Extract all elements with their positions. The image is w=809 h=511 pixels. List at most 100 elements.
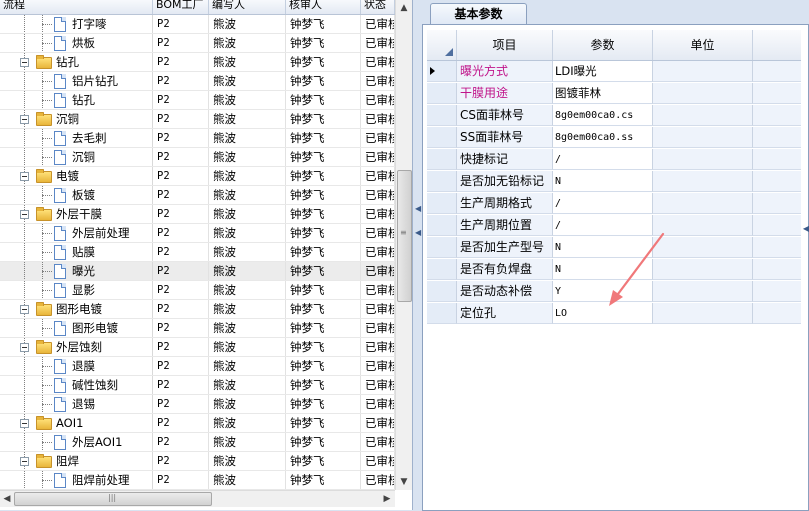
collapse-toggle-icon[interactable] <box>20 58 29 67</box>
tree-node[interactable]: 外层前处理 <box>0 224 153 242</box>
row-indicator[interactable] <box>427 127 457 148</box>
horizontal-scrollbar[interactable]: ◀ ||| ▶ <box>0 490 395 507</box>
tree-node[interactable]: 贴膜 <box>0 243 153 261</box>
tree-row[interactable]: 外层干膜 P2熊波钟梦飞已审核 <box>0 205 395 224</box>
tree-node[interactable]: 打字嘜 <box>0 15 153 33</box>
tree-row[interactable]: 外层蚀刻 P2熊波钟梦飞已审核 <box>0 338 395 357</box>
param-row[interactable]: SS面菲林号 8g0em00ca0.ss <box>427 127 801 149</box>
tree-row[interactable]: AOI1 P2熊波钟梦飞已审核 <box>0 414 395 433</box>
tree-row[interactable]: 图形电镀 P2熊波钟梦飞已审核 <box>0 300 395 319</box>
tree-row[interactable]: 铝片钻孔 P2熊波钟梦飞已审核 <box>0 72 395 91</box>
tree-row[interactable]: 外层AOI1 P2熊波钟梦飞已审核 <box>0 433 395 452</box>
param-row[interactable]: 生产周期格式 / <box>427 193 801 215</box>
row-indicator[interactable] <box>427 281 457 302</box>
row-indicator[interactable] <box>427 171 457 192</box>
collapse-toggle-icon[interactable] <box>20 457 29 466</box>
row-indicator[interactable] <box>427 105 457 126</box>
tree-node[interactable]: 电镀 <box>0 167 153 185</box>
header-bom-factory[interactable]: BOM工厂 <box>153 0 209 14</box>
tree-node[interactable]: 碱性蚀刻 <box>0 376 153 394</box>
tree-row[interactable]: 板镀 P2熊波钟梦飞已审核 <box>0 186 395 205</box>
param-value[interactable]: N <box>553 171 653 192</box>
vertical-scrollbar[interactable]: ▲ ≡ ▼ <box>395 0 412 490</box>
param-value[interactable]: LDI曝光 <box>553 61 653 82</box>
row-indicator[interactable] <box>427 149 457 170</box>
tree-row[interactable]: 外层前处理 P2熊波钟梦飞已审核 <box>0 224 395 243</box>
param-value[interactable]: 图镀菲林 <box>553 83 653 104</box>
tree-node[interactable]: 沉铜 <box>0 110 153 128</box>
param-row[interactable]: 干膜用途 图镀菲林 <box>427 83 801 105</box>
tree-row[interactable]: 阻焊 P2熊波钟梦飞已审核 <box>0 452 395 471</box>
collapse-arrow-icon[interactable]: ◀ <box>803 224 809 233</box>
header-param[interactable]: 参数 <box>553 30 653 60</box>
param-row[interactable]: 快捷标记 / <box>427 149 801 171</box>
tree-node[interactable]: AOI1 <box>0 414 153 432</box>
param-unit[interactable] <box>653 149 753 170</box>
panel-splitter[interactable]: ◀ ◀ <box>413 0 422 510</box>
param-value[interactable]: 8g0em00ca0.ss <box>553 127 653 148</box>
header-unit[interactable]: 单位 <box>653 30 753 60</box>
tree-row[interactable]: 沉铜 P2熊波钟梦飞已审核 <box>0 110 395 129</box>
tree-row[interactable]: 烘板 P2熊波钟梦飞已审核 <box>0 34 395 53</box>
header-item[interactable]: 项目 <box>457 30 553 60</box>
param-row[interactable]: CS面菲林号 8g0em00ca0.cs <box>427 105 801 127</box>
row-indicator[interactable] <box>427 83 457 104</box>
param-unit[interactable] <box>653 193 753 214</box>
scroll-right-icon[interactable]: ▶ <box>380 491 394 507</box>
tree-node[interactable]: 显影 <box>0 281 153 299</box>
param-unit[interactable] <box>653 105 753 126</box>
tree-row[interactable]: 贴膜 P2熊波钟梦飞已审核 <box>0 243 395 262</box>
tree-node[interactable]: 曝光 <box>0 262 153 280</box>
tree-row[interactable]: 电镀 P2熊波钟梦飞已审核 <box>0 167 395 186</box>
tree-row[interactable]: 阻焊前处理 P2熊波钟梦飞已审核 <box>0 471 395 490</box>
header-editor[interactable]: 编写人 <box>209 0 286 14</box>
tab-basic-params[interactable]: 基本参数 <box>430 3 527 25</box>
tree-row[interactable]: 退锡 P2熊波钟梦飞已审核 <box>0 395 395 414</box>
row-indicator[interactable] <box>427 193 457 214</box>
collapse-toggle-icon[interactable] <box>20 305 29 314</box>
tree-node[interactable]: 退锡 <box>0 395 153 413</box>
param-unit[interactable] <box>653 171 753 192</box>
tree-node[interactable]: 钻孔 <box>0 53 153 71</box>
tree-node[interactable]: 外层干膜 <box>0 205 153 223</box>
tree-node[interactable]: 外层AOI1 <box>0 433 153 451</box>
tree-row[interactable]: 钻孔 P2熊波钟梦飞已审核 <box>0 53 395 72</box>
tree-node[interactable]: 板镀 <box>0 186 153 204</box>
tree-node[interactable]: 沉铜 <box>0 148 153 166</box>
tree-node[interactable]: 图形电镀 <box>0 300 153 318</box>
param-value[interactable]: / <box>553 193 653 214</box>
collapse-arrow-icon[interactable]: ◀ <box>415 204 421 213</box>
scroll-down-icon[interactable]: ▼ <box>396 474 412 490</box>
collapse-toggle-icon[interactable] <box>20 172 29 181</box>
param-row[interactable]: 是否加无铅标记 N <box>427 171 801 193</box>
scroll-up-icon[interactable]: ▲ <box>396 0 412 16</box>
tree-node[interactable]: 去毛刺 <box>0 129 153 147</box>
param-value[interactable]: 8g0em00ca0.cs <box>553 105 653 126</box>
tree-row[interactable]: 图形电镀 P2熊波钟梦飞已审核 <box>0 319 395 338</box>
row-indicator[interactable] <box>427 303 457 324</box>
header-status[interactable]: 状态 <box>361 0 395 14</box>
param-value[interactable]: / <box>553 149 653 170</box>
tree-row[interactable]: 曝光 P2熊波钟梦飞已审核 <box>0 262 395 281</box>
collapse-toggle-icon[interactable] <box>20 115 29 124</box>
collapse-arrow-icon[interactable]: ◀ <box>415 228 421 237</box>
tree-node[interactable]: 阻焊前处理 <box>0 471 153 489</box>
param-unit[interactable] <box>653 61 753 82</box>
row-indicator[interactable] <box>427 215 457 236</box>
tree-row[interactable]: 去毛刺 P2熊波钟梦飞已审核 <box>0 129 395 148</box>
tree-row[interactable]: 钻孔 P2熊波钟梦飞已审核 <box>0 91 395 110</box>
tree-row[interactable]: 显影 P2熊波钟梦飞已审核 <box>0 281 395 300</box>
tree-node[interactable]: 外层蚀刻 <box>0 338 153 356</box>
header-auditor[interactable]: 核审人 <box>286 0 361 14</box>
tree-node[interactable]: 图形电镀 <box>0 319 153 337</box>
tree-row[interactable]: 打字嘜 P2熊波钟梦飞已审核 <box>0 15 395 34</box>
tree-node[interactable]: 铝片钻孔 <box>0 72 153 90</box>
row-indicator[interactable] <box>427 61 457 82</box>
tree-node[interactable]: 阻焊 <box>0 452 153 470</box>
header-process[interactable]: 流程 <box>0 0 153 14</box>
tree-row[interactable]: 沉铜 P2熊波钟梦飞已审核 <box>0 148 395 167</box>
param-unit[interactable] <box>653 127 753 148</box>
tree-row[interactable]: 碱性蚀刻 P2熊波钟梦飞已审核 <box>0 376 395 395</box>
tree-node[interactable]: 退膜 <box>0 357 153 375</box>
row-indicator[interactable] <box>427 259 457 280</box>
